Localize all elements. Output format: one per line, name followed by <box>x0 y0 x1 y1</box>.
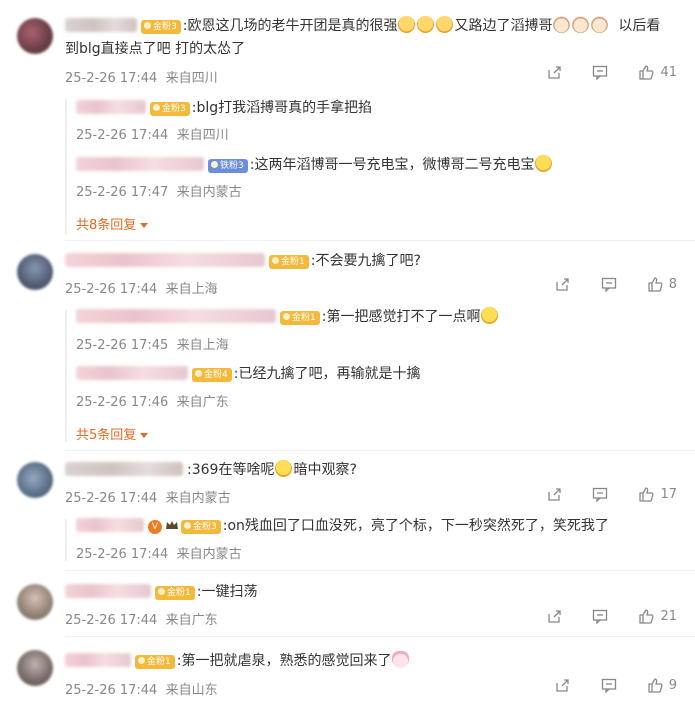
comment-actions: 41 <box>520 64 677 81</box>
avatar[interactable] <box>17 584 53 620</box>
reply-text: V 金粉3:on残血回了口血没死，亮了个标，下一秒突然死了，笑死我了 <box>76 516 609 536</box>
angry-emoji-icon <box>436 16 454 33</box>
like-count: 41 <box>660 64 677 80</box>
username[interactable] <box>76 518 144 532</box>
username[interactable] <box>76 157 204 171</box>
like-count: 21 <box>660 608 677 624</box>
chevron-down-icon <box>140 433 149 438</box>
comment-icon[interactable] <box>601 677 617 694</box>
comment-icon[interactable] <box>592 486 608 503</box>
like-icon <box>639 487 654 502</box>
reply-text: 金粉1:第一把感觉打不了一点啊 <box>76 307 499 327</box>
comment-meta: 25-2-26 17:44 来自四川 <box>65 71 218 86</box>
divider <box>65 636 695 637</box>
avatar[interactable] <box>17 18 53 54</box>
comment-icon[interactable] <box>601 276 617 293</box>
comment-meta: 25-2-26 17:44 来自山东 <box>65 683 218 698</box>
avatar[interactable] <box>17 254 53 290</box>
fan-badge: 铁粉3 <box>208 159 248 173</box>
share-icon[interactable] <box>546 64 562 80</box>
share-icon[interactable] <box>554 276 570 292</box>
avatar[interactable] <box>17 462 53 498</box>
more-replies-link[interactable]: 共5条回复 <box>76 424 149 443</box>
verified-icon: V <box>148 520 162 534</box>
bunny-emoji-icon <box>392 651 410 668</box>
cat-emoji-icon <box>572 16 590 33</box>
comment-meta: 25-2-26 17:44 来自上海 <box>65 282 218 297</box>
like-button[interactable]: 9 <box>647 677 677 693</box>
comment-text: 金粉3:欧恩这几场的老牛开团是真的很强 又路边了滔搏哥 以后看 <box>65 16 660 36</box>
avatar[interactable] <box>17 650 53 686</box>
comment-actions: 17 <box>520 486 677 503</box>
share-icon[interactable] <box>554 677 570 693</box>
comment-text: 金粉1:一键扫荡 <box>65 582 257 602</box>
share-icon[interactable] <box>546 608 562 624</box>
comment-meta: 25-2-26 17:44 来自内蒙古 <box>65 491 231 506</box>
comment-text: 金粉1:不会要九擒了吧? <box>65 251 421 271</box>
fan-badge: 金粉1 <box>269 255 309 269</box>
username[interactable] <box>65 584 151 598</box>
fan-badge: 金粉1 <box>280 311 320 325</box>
laugh-cry-emoji-icon <box>481 307 499 324</box>
reply-thread-line <box>65 519 67 561</box>
username[interactable] <box>76 309 276 323</box>
like-button[interactable]: 21 <box>638 608 677 624</box>
like-icon <box>639 609 654 624</box>
cat-emoji-icon <box>591 16 609 33</box>
fan-badge: 金粉1 <box>155 586 195 600</box>
share-icon[interactable] <box>546 486 562 502</box>
username[interactable] <box>65 253 265 267</box>
like-count: 8 <box>668 276 677 292</box>
comment-text-line2: 到blg直接点了吧 打的太怂了 <box>65 41 246 57</box>
like-icon <box>639 65 654 80</box>
username[interactable] <box>65 18 137 32</box>
reply-meta: 25-2-26 17:46 来自广东 <box>76 395 229 410</box>
username[interactable] <box>65 462 183 476</box>
username[interactable] <box>76 100 146 114</box>
reply-thread-line <box>65 99 67 235</box>
chevron-down-icon <box>140 223 149 228</box>
fan-badge: 金粉3 <box>181 520 221 534</box>
divider <box>65 570 695 571</box>
username[interactable] <box>76 366 188 380</box>
comment-icon[interactable] <box>592 608 608 625</box>
reply-text: 金粉4:已经九擒了吧，再输就是十擒 <box>76 364 420 384</box>
reply-meta: 25-2-26 17:44 来自四川 <box>76 128 229 143</box>
angry-emoji-icon <box>417 16 435 33</box>
reply-text: 铁粉3:这两年滔博哥一号充电宝，微博哥二号充电宝 <box>76 155 553 175</box>
like-count: 9 <box>668 677 677 693</box>
comment-actions: 8 <box>528 276 677 293</box>
divider <box>65 240 695 241</box>
fan-badge: 金粉1 <box>135 655 175 669</box>
like-button[interactable]: 41 <box>638 64 677 80</box>
more-replies-link[interactable]: 共8条回复 <box>76 214 149 233</box>
reply-meta: 25-2-26 17:44 来自内蒙古 <box>76 547 242 562</box>
comment-text: :369在等啥呢 暗中观察? <box>65 460 357 480</box>
divider <box>65 450 695 451</box>
comment-meta: 25-2-26 17:44 来自广东 <box>65 613 218 628</box>
laugh-emoji-icon <box>275 460 293 477</box>
reply-thread-line <box>65 310 67 442</box>
reply-meta: 25-2-26 17:47 来自内蒙古 <box>76 185 242 200</box>
comment-icon[interactable] <box>592 64 608 81</box>
cat-emoji-icon <box>553 16 571 33</box>
laugh-cry-emoji-icon <box>535 155 553 172</box>
like-icon <box>648 277 663 292</box>
like-count: 17 <box>660 486 677 502</box>
fan-badge: 金粉3 <box>141 20 181 34</box>
crown-icon <box>166 521 178 529</box>
like-icon <box>648 678 663 693</box>
like-button[interactable]: 8 <box>647 276 677 292</box>
fan-badge: 金粉3 <box>150 102 190 116</box>
angry-emoji-icon <box>398 16 416 33</box>
reply-meta: 25-2-26 17:45 来自上海 <box>76 338 229 353</box>
fan-badge: 金粉4 <box>192 368 232 382</box>
comment-actions: 9 <box>528 677 677 694</box>
like-button[interactable]: 17 <box>638 486 677 502</box>
reply-text: 金粉3:blg打我滔搏哥真的手拿把掐 <box>76 98 372 118</box>
username[interactable] <box>65 653 131 667</box>
comment-actions: 21 <box>520 608 677 625</box>
comment-text: 金粉1:第一把就虐泉，熟悉的感觉回来了 <box>65 651 410 671</box>
